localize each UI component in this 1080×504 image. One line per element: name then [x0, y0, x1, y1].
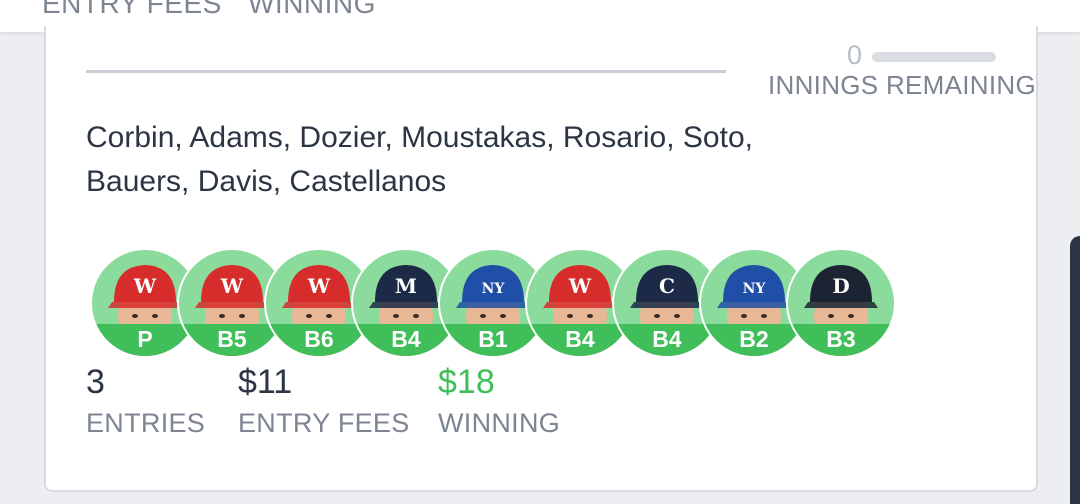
team-logo: NY	[743, 281, 767, 297]
team-logo: M	[395, 274, 417, 298]
team-logo: D	[832, 274, 849, 298]
player-avatar[interactable]: D B3	[786, 248, 896, 358]
team-logo: W	[307, 274, 331, 298]
tab-entry-fees[interactable]: ENTRY FEES	[42, 0, 222, 20]
team-logo: C	[659, 274, 675, 298]
tab-winning[interactable]: WINNING	[248, 0, 376, 20]
winning-label: WINNING	[438, 408, 561, 438]
team-logo: W	[133, 274, 157, 298]
player-avatar-list: W P W B5 W B6 M B4 NY B1 W B4 C B4 NY B2 D B3	[90, 248, 910, 358]
entry-fees-stat: $11 ENTRY FEES	[238, 362, 410, 439]
winning-value: $18	[438, 363, 495, 401]
winning-stat: $18 WINNING	[438, 362, 560, 439]
device-edge	[1070, 236, 1080, 504]
team-logo: NY	[482, 281, 506, 297]
entry-fees-value: $11	[238, 363, 293, 401]
entries-stat: 3 ENTRIES	[86, 362, 205, 439]
innings-progress-bar	[872, 52, 996, 62]
player-names: Corbin, Adams, Dozier, Moustakas, Rosari…	[86, 121, 753, 198]
entries-value: 3	[86, 363, 105, 401]
lineup-progress-track	[86, 70, 726, 73]
team-logo: W	[568, 274, 592, 298]
team-logo: W	[220, 274, 244, 298]
entries-label: ENTRIES	[86, 408, 206, 438]
position-badge: B3	[788, 324, 894, 356]
innings-remaining-label: INNINGS REMAINING	[768, 70, 1037, 100]
innings-remaining-count: 0	[846, 40, 862, 70]
lineup-card[interactable]: 0 INNINGS REMAINING Corbin, Adams, Dozie…	[44, 26, 1038, 492]
entry-fees-label: ENTRY FEES	[238, 408, 410, 438]
